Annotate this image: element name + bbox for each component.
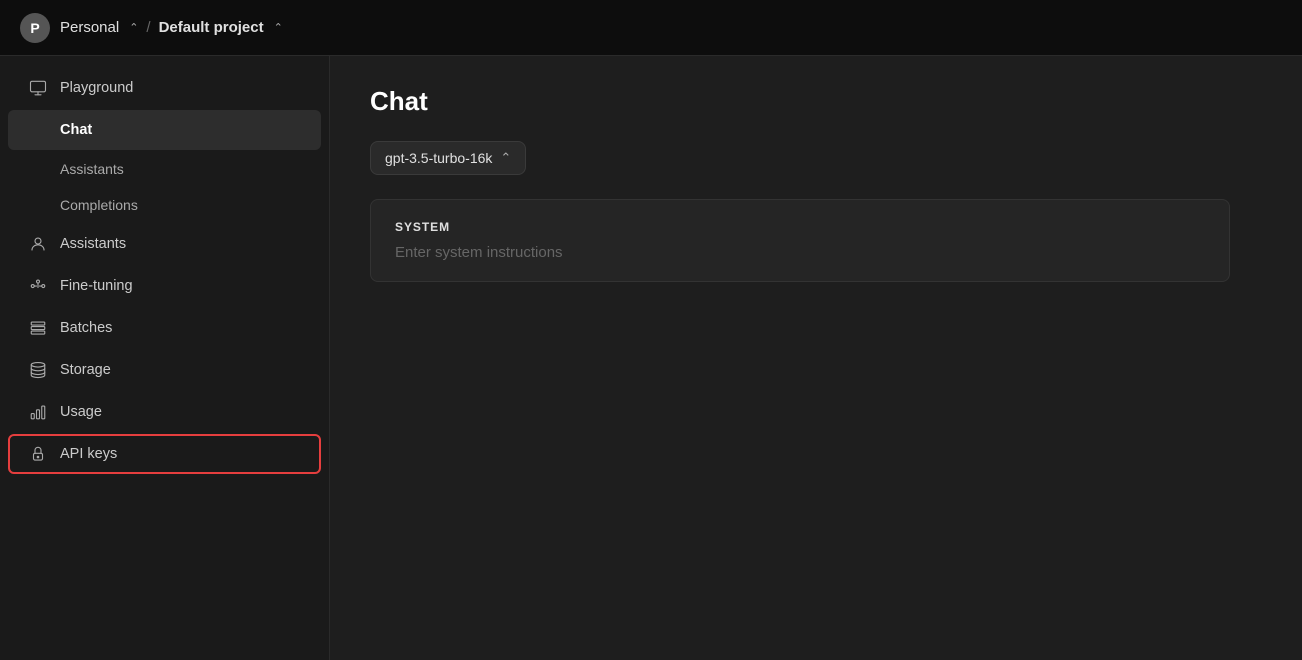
sidebar-item-playground[interactable]: Playground bbox=[8, 68, 321, 108]
org-name[interactable]: Personal bbox=[60, 19, 119, 36]
sidebar-item-batches[interactable]: Batches bbox=[8, 308, 321, 348]
sidebar-item-playground-label: Playground bbox=[60, 80, 133, 96]
org-chevron-icon[interactable]: ⌃ bbox=[129, 21, 138, 34]
usage-icon bbox=[28, 402, 48, 422]
model-selector-button[interactable]: gpt-3.5-turbo-16k ⌃ bbox=[370, 141, 526, 175]
sidebar-item-chat[interactable]: Chat bbox=[8, 110, 321, 150]
batches-icon bbox=[28, 318, 48, 338]
model-selector-chevron-icon: ⌃ bbox=[500, 150, 511, 166]
sidebar-item-storage[interactable]: Storage bbox=[8, 350, 321, 390]
system-panel-label: SYSTEM bbox=[395, 220, 1205, 234]
sidebar-item-api-keys[interactable]: API keys bbox=[8, 434, 321, 474]
main-layout: Playground Chat Assistants Completions A… bbox=[0, 56, 1302, 660]
sidebar-subitem-completions[interactable]: Completions bbox=[8, 188, 321, 222]
breadcrumb: Personal ⌃ / Default project ⌃ bbox=[60, 19, 283, 36]
sidebar-item-batches-label: Batches bbox=[60, 320, 112, 336]
sidebar-item-api-keys-label: API keys bbox=[60, 446, 117, 462]
sidebar-subitem-completions-label: Completions bbox=[60, 197, 138, 213]
sidebar-item-usage-label: Usage bbox=[60, 404, 102, 420]
main-content: Chat gpt-3.5-turbo-16k ⌃ SYSTEM Enter sy… bbox=[330, 56, 1302, 660]
sidebar-subitem-assistants-label: Assistants bbox=[60, 161, 124, 177]
project-chevron-icon[interactable]: ⌃ bbox=[274, 21, 283, 34]
header: P Personal ⌃ / Default project ⌃ bbox=[0, 0, 1302, 56]
model-selector-label: gpt-3.5-turbo-16k bbox=[385, 150, 492, 166]
sidebar-item-chat-label: Chat bbox=[60, 122, 92, 138]
assistants-icon bbox=[28, 234, 48, 254]
chat-placeholder-icon bbox=[28, 120, 48, 140]
sidebar-subitem-assistants[interactable]: Assistants bbox=[8, 152, 321, 186]
avatar: P bbox=[20, 13, 50, 43]
sidebar-item-usage[interactable]: Usage bbox=[8, 392, 321, 432]
breadcrumb-separator: / bbox=[146, 19, 150, 36]
api-keys-icon bbox=[28, 444, 48, 464]
storage-icon bbox=[28, 360, 48, 380]
sidebar-item-assistants-label: Assistants bbox=[60, 236, 126, 252]
sidebar-item-fine-tuning-label: Fine-tuning bbox=[60, 278, 133, 294]
monitor-icon bbox=[28, 78, 48, 98]
system-instructions-input[interactable]: Enter system instructions bbox=[395, 244, 1205, 261]
project-name[interactable]: Default project bbox=[159, 19, 264, 36]
fine-tuning-icon bbox=[28, 276, 48, 296]
page-title: Chat bbox=[370, 86, 1262, 117]
sidebar-item-storage-label: Storage bbox=[60, 362, 111, 378]
sidebar: Playground Chat Assistants Completions A… bbox=[0, 56, 330, 660]
sidebar-item-fine-tuning[interactable]: Fine-tuning bbox=[8, 266, 321, 306]
system-panel: SYSTEM Enter system instructions bbox=[370, 199, 1230, 282]
sidebar-item-assistants[interactable]: Assistants bbox=[8, 224, 321, 264]
